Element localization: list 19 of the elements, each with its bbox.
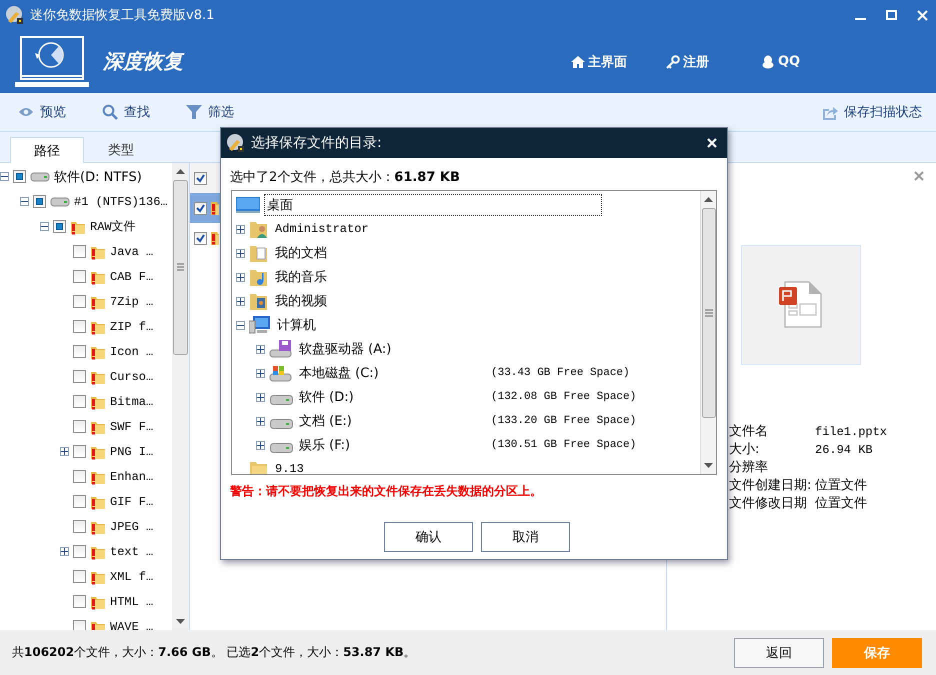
property-label: 大小:: [729, 441, 760, 459]
warning-text: 警告：请不要把恢复出来的文件保存在丢失数据的分区上。: [230, 483, 543, 500]
property-label: 文件创建日期:: [729, 477, 812, 495]
dialog-title: 选择保存文件的目录:: [251, 134, 383, 152]
property-label: 分辨率: [729, 459, 769, 477]
status-text: 共106202个文件，大小：7.66 GB。 已选2个文件，大小：53.87 KB。: [12, 644, 417, 661]
app-title: 深度恢复: [103, 48, 186, 75]
free-space-text: (33.43 GB Free Space): [491, 367, 630, 379]
selection-summary: 选中了2个文件，总共大小：61.87 KB: [230, 169, 461, 186]
free-space-text: (133.20 GB Free Space): [491, 415, 636, 427]
free-space-text: (132.08 GB Free Space): [491, 391, 636, 403]
property-label: 文件名: [729, 423, 769, 441]
property-value: 位置文件: [815, 495, 868, 513]
property-value: file1.pptx: [815, 424, 888, 441]
property-value: 位置文件: [815, 477, 868, 495]
window-title: 迷你免数据恢复工具免费版v8.1: [30, 7, 216, 24]
property-label: 文件修改日期: [729, 495, 808, 513]
free-space-text: (130.51 GB Free Space): [491, 439, 636, 451]
property-value: 26.94 KB: [815, 442, 874, 459]
